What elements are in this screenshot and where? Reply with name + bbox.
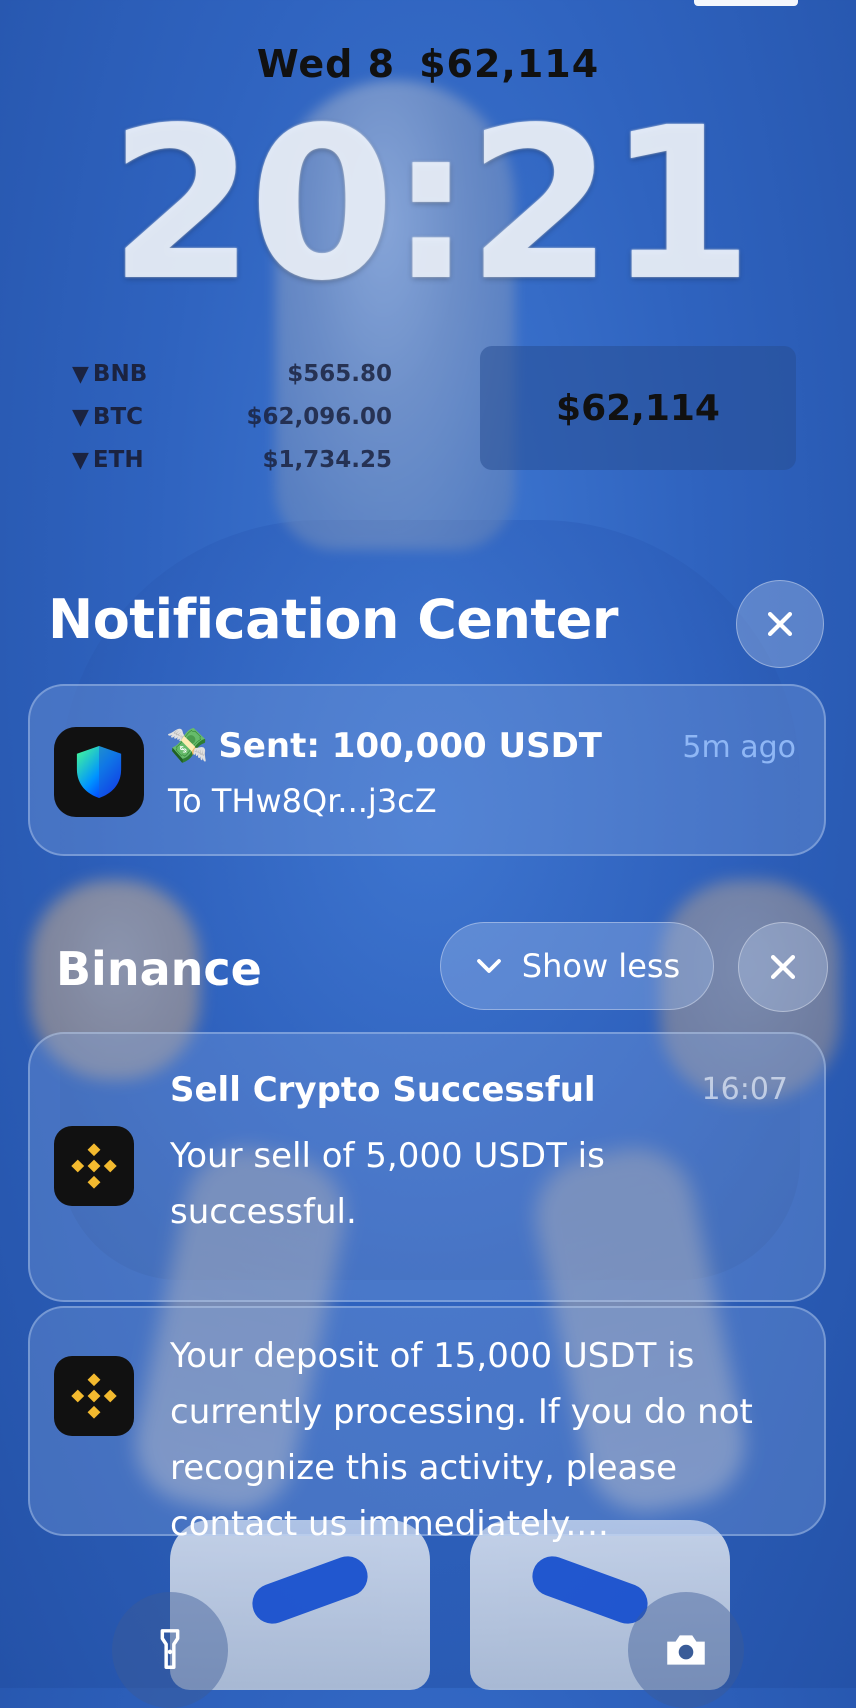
binance-logo-icon: [71, 1143, 117, 1189]
ticker-price: $62,096.00: [246, 403, 392, 430]
camera-icon: [667, 1635, 705, 1665]
price-widget[interactable]: $62,114: [480, 346, 796, 470]
lockscreen-date-row: Wed 8 $62,114: [0, 42, 856, 86]
notification-center-title: Notification Center: [48, 588, 619, 651]
binance-app-icon: [54, 1126, 134, 1206]
ticker-row: BTC $62,096.00: [72, 395, 392, 438]
binance-deposit-body: Your deposit of 15,000 USDT is currently…: [170, 1336, 753, 1544]
lockscreen-header-price: $62,114: [419, 42, 600, 86]
camera-button[interactable]: [628, 1592, 744, 1708]
binance-logo-icon: [71, 1373, 117, 1419]
close-icon: [767, 611, 793, 637]
show-less-label: Show less: [521, 947, 681, 985]
binance-sell-time: 16:07: [701, 1072, 788, 1107]
show-less-button[interactable]: Show less: [440, 922, 714, 1010]
binance-sell-title: Sell Crypto Successful: [170, 1070, 596, 1110]
ticker-row: BNB $565.80: [72, 352, 392, 395]
flashlight-button[interactable]: [112, 1592, 228, 1708]
shield-icon: [76, 746, 122, 798]
lockscreen-date: Wed 8: [256, 42, 396, 86]
trust-notification-subtitle: To THw8Qr...j3cZ: [168, 782, 437, 820]
money-wings-emoji: 💸: [166, 726, 209, 766]
lockscreen-clock: 20:21: [108, 82, 753, 327]
crypto-ticker-widget[interactable]: BNB $565.80 BTC $62,096.00 ETH $1,734.25: [72, 352, 392, 481]
chevron-down-icon: [474, 951, 504, 981]
ticker-price: $1,734.25: [262, 446, 393, 473]
price-widget-value: $62,114: [556, 387, 720, 429]
binance-group-title: Binance: [56, 942, 262, 996]
binance-sell-notification[interactable]: Sell Crypto Successful 16:07 Your sell o…: [28, 1032, 826, 1302]
trust-notification-title: Sent: 100,000 USDT: [218, 726, 602, 766]
trust-notification-time: 5m ago: [682, 730, 796, 765]
binance-sell-body: Your sell of 5,000 USDT is successful.: [170, 1136, 605, 1232]
ticker-symbol: ETH: [72, 447, 144, 473]
ticker-symbol: BNB: [72, 361, 147, 387]
ticker-row: ETH $1,734.25: [72, 438, 392, 481]
trust-wallet-app-icon: [54, 727, 144, 817]
ticker-price: $565.80: [287, 360, 392, 387]
ticker-symbol: BTC: [72, 404, 143, 430]
binance-app-icon: [54, 1356, 134, 1436]
status-indicator: [694, 0, 798, 6]
flashlight-icon: [160, 1629, 180, 1669]
notification-center-close-button[interactable]: [736, 580, 824, 668]
binance-group-close-button[interactable]: [738, 922, 828, 1012]
trust-notification-title-row: 💸 Sent: 100,000 USDT: [166, 726, 602, 766]
trust-wallet-notification[interactable]: 💸 Sent: 100,000 USDT 5m ago To THw8Qr...…: [28, 684, 826, 856]
close-icon: [770, 954, 796, 980]
binance-deposit-notification[interactable]: Your deposit of 15,000 USDT is currently…: [28, 1306, 826, 1544]
